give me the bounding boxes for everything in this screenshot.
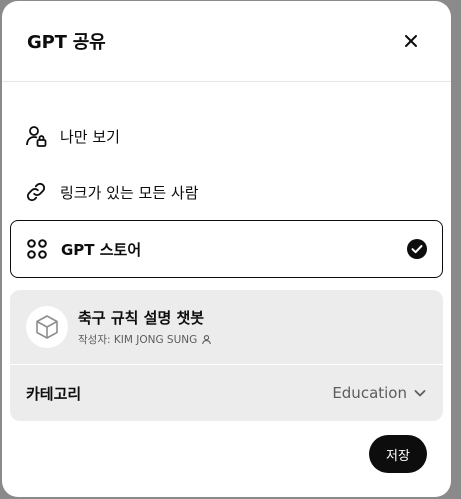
category-select[interactable]: Education — [332, 384, 427, 402]
category-value: Education — [332, 384, 407, 402]
dialog-title: GPT 공유 — [27, 32, 106, 53]
close-icon — [405, 35, 417, 47]
close-button[interactable] — [397, 27, 425, 55]
gpt-avatar — [26, 306, 68, 348]
person-lock-icon — [24, 124, 48, 148]
link-icon — [24, 180, 48, 204]
option-label: 나만 보기 — [60, 127, 120, 146]
gpt-summary: 축구 규칙 설명 챗봇 작성자: KIM JONG SUNG — [10, 290, 443, 365]
category-row: 카테고리 Education — [10, 365, 443, 421]
gpt-info: 축구 규칙 설명 챗봇 작성자: KIM JONG SUNG — [78, 307, 212, 347]
person-icon — [202, 335, 212, 345]
save-button[interactable]: 저장 — [369, 435, 427, 473]
visibility-options: 나만 보기 링크가 있는 모든 사람 GPT 스토어 — [2, 82, 451, 278]
option-anyone-with-link[interactable]: 링크가 있는 모든 사람 — [10, 164, 443, 220]
category-label: 카테고리 — [26, 384, 82, 403]
chevron-down-icon — [414, 390, 426, 397]
grid-circles-icon — [25, 237, 49, 261]
share-gpt-dialog: GPT 공유 나만 보기 링크가 있는 모든 사람 GPT 스토어 축구 규칙 … — [2, 1, 451, 497]
gpt-name: 축구 규칙 설명 챗봇 — [78, 309, 205, 327]
option-only-me[interactable]: 나만 보기 — [10, 108, 443, 164]
gpt-author-text: 작성자: KIM JONG SUNG — [78, 334, 198, 346]
cube-icon — [36, 315, 58, 339]
option-label: 링크가 있는 모든 사람 — [60, 183, 199, 202]
check-circle-icon — [406, 238, 428, 260]
option-gpt-store[interactable]: GPT 스토어 — [10, 220, 443, 278]
gpt-store-card: 축구 규칙 설명 챗봇 작성자: KIM JONG SUNG 카테고리 Educ… — [10, 290, 443, 421]
gpt-author: 작성자: KIM JONG SUNG — [78, 332, 212, 347]
option-label: GPT 스토어 — [61, 240, 142, 259]
dialog-header: GPT 공유 — [2, 1, 451, 82]
